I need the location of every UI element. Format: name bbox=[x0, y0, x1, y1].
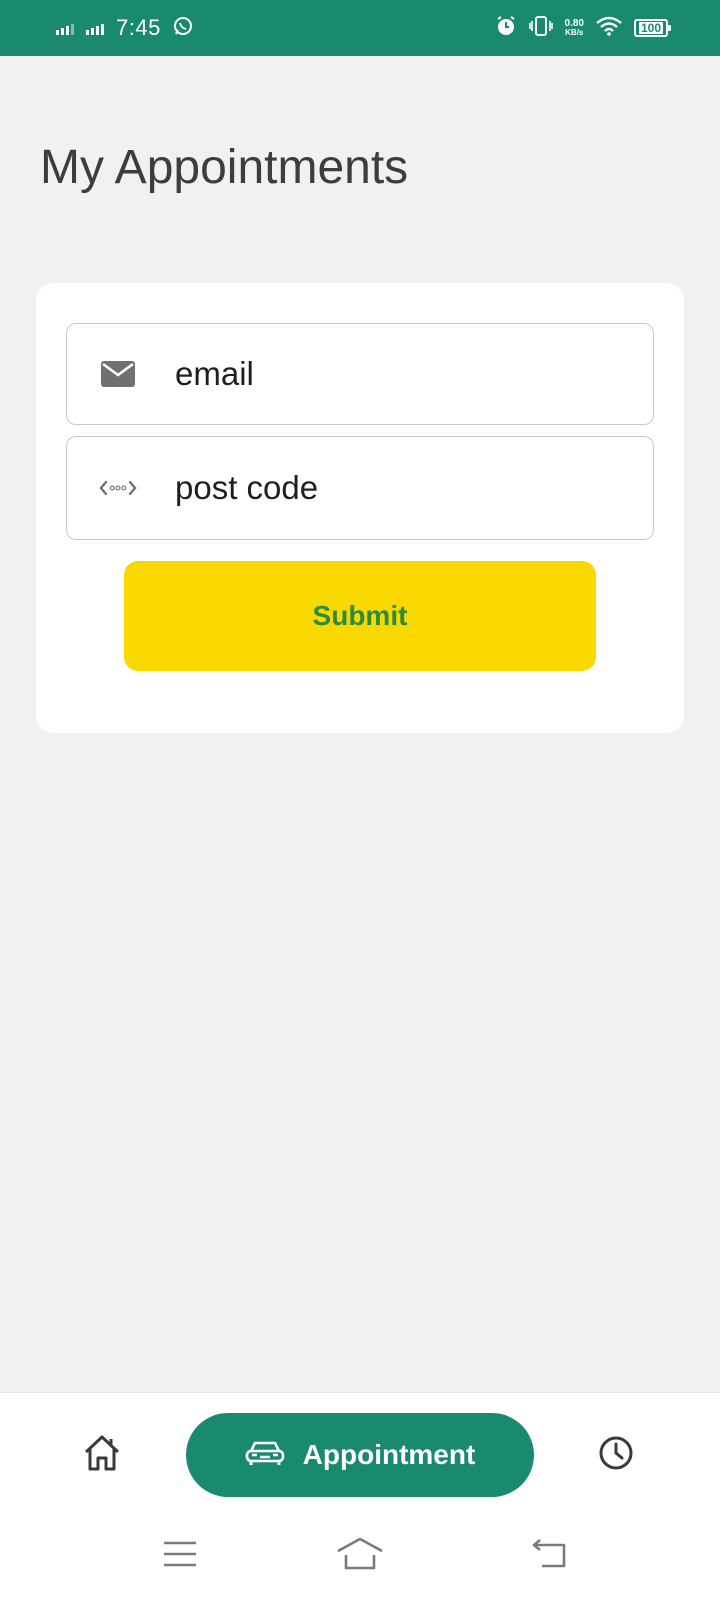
submit-button[interactable]: Submit bbox=[124, 561, 596, 671]
net-speed-unit: KB/s bbox=[565, 28, 584, 37]
vibrate-icon bbox=[528, 15, 553, 42]
appointment-lookup-card: Submit bbox=[36, 283, 684, 733]
code-icon bbox=[99, 478, 137, 498]
signal-icon bbox=[56, 21, 74, 35]
email-field[interactable] bbox=[66, 323, 654, 425]
bottom-nav: Appointment bbox=[0, 1392, 720, 1510]
mail-icon bbox=[99, 359, 137, 389]
postcode-input[interactable] bbox=[175, 469, 595, 507]
nav-home-button[interactable] bbox=[82, 1435, 122, 1475]
car-icon bbox=[245, 1439, 285, 1472]
battery-icon: 100 bbox=[634, 19, 671, 37]
nav-appointment-button[interactable]: Appointment bbox=[186, 1413, 534, 1497]
nav-history-button[interactable] bbox=[596, 1435, 636, 1475]
net-speed: 0.80 KB/s bbox=[564, 18, 584, 38]
home-icon bbox=[336, 1537, 384, 1576]
back-icon bbox=[532, 1538, 568, 1574]
signal-icon bbox=[86, 21, 104, 35]
home-icon bbox=[82, 1434, 122, 1477]
status-bar: 7:45 0.80 KB/s 100 bbox=[0, 0, 720, 56]
whatsapp-icon bbox=[173, 16, 193, 41]
alarm-icon bbox=[495, 15, 517, 42]
page-title: My Appointments bbox=[40, 141, 409, 194]
wifi-icon bbox=[596, 16, 622, 41]
menu-icon bbox=[162, 1540, 198, 1573]
system-nav-bar bbox=[0, 1510, 720, 1600]
postcode-field[interactable] bbox=[66, 436, 654, 540]
nav-appointment-label: Appointment bbox=[302, 1439, 476, 1470]
status-right: 0.80 KB/s 100 bbox=[495, 15, 671, 42]
battery-level: 100 bbox=[638, 21, 664, 35]
status-left: 7:45 bbox=[56, 15, 193, 41]
system-back-button[interactable] bbox=[526, 1538, 574, 1574]
email-input[interactable] bbox=[175, 355, 595, 393]
system-menu-button[interactable] bbox=[156, 1538, 204, 1574]
clock-icon bbox=[598, 1435, 634, 1476]
status-time: 7:45 bbox=[116, 15, 161, 40]
net-speed-value: 0.80 bbox=[564, 18, 584, 29]
system-home-button[interactable] bbox=[336, 1537, 384, 1576]
